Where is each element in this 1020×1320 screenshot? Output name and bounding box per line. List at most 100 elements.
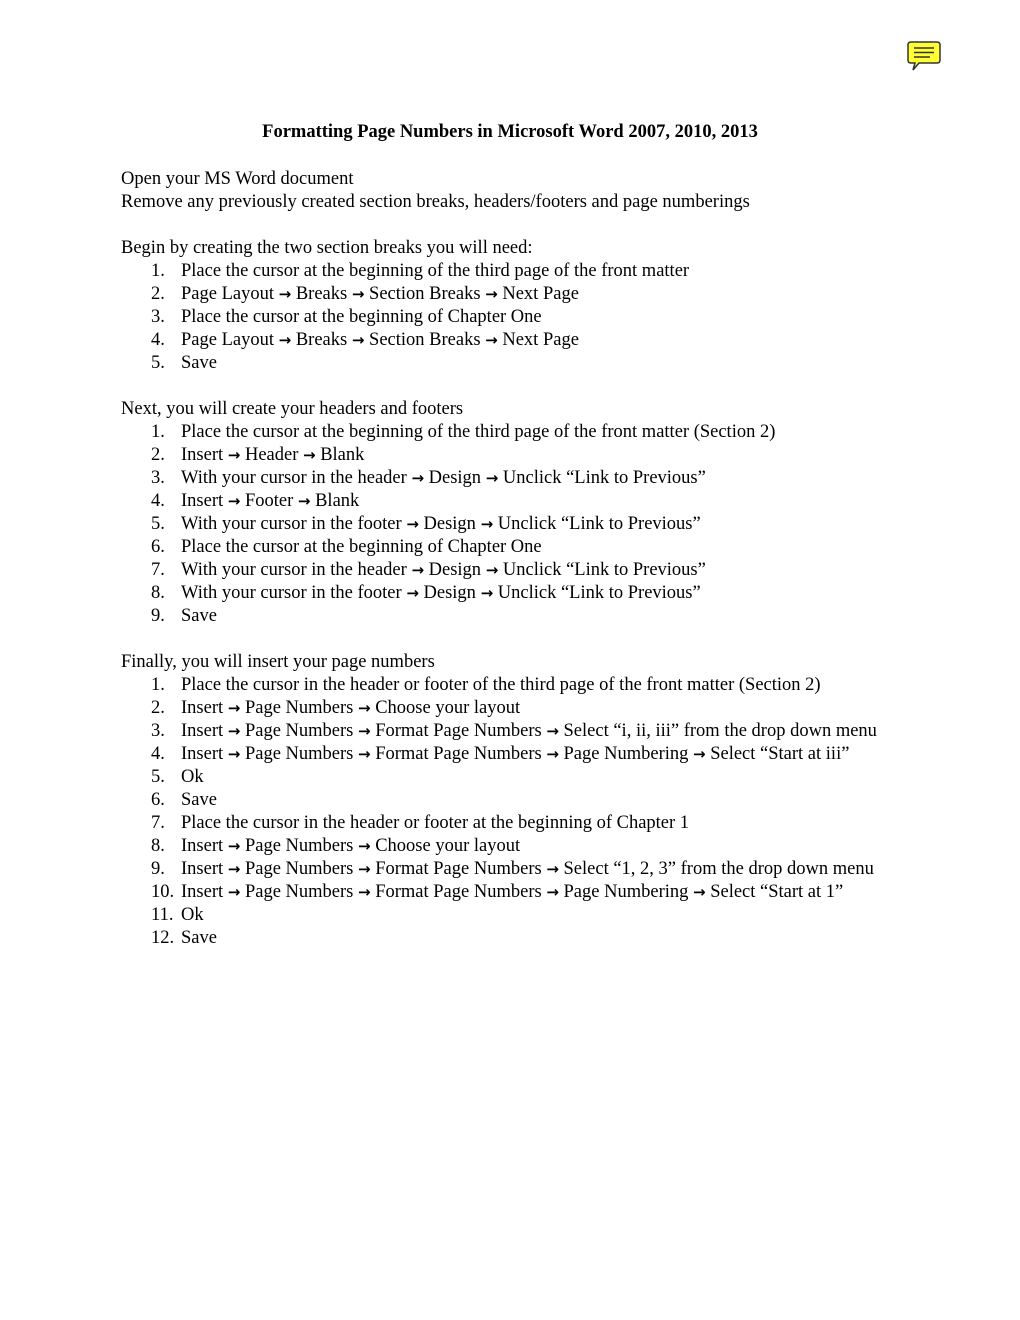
step-item: 2. Insert → Page Numbers → Choose your la… (121, 697, 911, 720)
steps-list: 1. Place the cursor in the header or foot… (121, 674, 911, 950)
step-text: Place the cursor in the header or footer… (181, 813, 690, 833)
step-text: Ok (181, 767, 204, 787)
arrow-right-icon: → (227, 722, 241, 740)
step-item: 4. Insert → Footer → Blank (121, 490, 911, 513)
arrow-right-icon: → (485, 331, 498, 349)
step-number: 2. (151, 284, 165, 304)
document-title: Formatting Page Numbers in Microsoft Wor… (262, 122, 758, 142)
step-text: Save (181, 353, 217, 373)
step-text: Insert → Header → Blank (181, 445, 365, 465)
step-number: 3. (151, 468, 165, 488)
step-item: 3. With your cursor in the header → Desig… (121, 467, 911, 490)
step-item: 4. Insert → Page Numbers → Format Page Nu… (121, 743, 911, 766)
arrow-right-icon: → (351, 285, 365, 303)
arrow-right-icon: → (411, 469, 425, 487)
step-number: 8. (151, 583, 165, 603)
arrow-right-icon: → (227, 860, 241, 878)
step-number: 1. (151, 422, 165, 442)
step-number: 10. (151, 882, 175, 902)
step-number: 5. (151, 767, 165, 787)
step-text: With your cursor in the header → Design … (181, 560, 706, 580)
step-text: Save (181, 928, 217, 948)
step-text: Place the cursor at the beginning of the… (181, 261, 690, 281)
comment-note-icon[interactable] (906, 40, 942, 72)
arrow-right-icon: → (480, 515, 494, 533)
arrow-right-icon: → (358, 860, 371, 878)
step-text: Insert → Page Numbers → Format Page Numb… (181, 744, 850, 764)
arrow-right-icon: → (358, 699, 371, 717)
step-text: Page Layout → Breaks → Section Breaks → … (181, 284, 579, 304)
page-numbers-block: Finally, you will insert your page numbe… (121, 651, 911, 950)
step-text: Insert → Footer → Blank (181, 491, 360, 511)
arrow-right-icon: → (406, 515, 419, 533)
arrow-right-icon: → (302, 446, 316, 464)
step-number: 6. (151, 790, 165, 810)
step-number: 4. (151, 330, 165, 350)
arrow-right-icon: → (227, 883, 241, 901)
step-item: 1. Place the cursor at the beginning of t… (121, 260, 911, 283)
section-breaks-block: Begin by creating the two section breaks… (121, 237, 911, 375)
step-item: 4. Page Layout → Breaks → Section Breaks … (121, 329, 911, 352)
arrow-right-icon: → (358, 745, 371, 763)
arrow-right-icon: → (358, 837, 371, 855)
step-item: 10. Insert → Page Numbers → Format Page N… (121, 881, 911, 904)
step-text: Place the cursor at the beginning of Cha… (181, 537, 542, 557)
arrow-right-icon: → (693, 883, 706, 901)
step-number: 6. (151, 537, 165, 557)
step-number: 2. (151, 698, 165, 718)
step-text: Save (181, 606, 217, 626)
arrow-right-icon: → (693, 745, 706, 763)
step-text: Insert → Page Numbers → Choose your layo… (181, 698, 521, 718)
section-heading: Finally, you will insert your page numbe… (121, 652, 435, 672)
arrow-right-icon: → (278, 331, 292, 349)
step-number: 11. (151, 905, 174, 925)
step-text: Place the cursor at the beginning of Cha… (181, 307, 542, 327)
step-number: 9. (151, 859, 165, 879)
arrow-right-icon: → (485, 561, 499, 579)
step-number: 8. (151, 836, 165, 856)
step-item: 6. Save (121, 789, 911, 812)
arrow-right-icon: → (227, 446, 241, 464)
step-text: Insert → Page Numbers → Format Page Numb… (181, 859, 874, 879)
step-text: Insert → Page Numbers → Format Page Numb… (181, 882, 844, 902)
headers-footers-block: Next, you will create your headers and f… (121, 398, 911, 628)
step-item: 5. Save (121, 352, 911, 375)
arrow-right-icon: → (351, 331, 365, 349)
step-item: 12. Save (121, 927, 911, 950)
step-number: 4. (151, 491, 165, 511)
step-item: 2. Insert → Header → Blank (121, 444, 911, 467)
arrow-right-icon: → (406, 584, 419, 602)
step-number: 3. (151, 721, 165, 741)
step-item: 3. Insert → Page Numbers → Format Page Nu… (121, 720, 911, 743)
arrow-right-icon: → (278, 285, 292, 303)
step-item: 6. Place the cursor at the beginning of C… (121, 536, 911, 559)
arrow-right-icon: → (297, 492, 311, 510)
step-item: 7. With your cursor in the header → Desig… (121, 559, 911, 582)
step-number: 4. (151, 744, 165, 764)
step-item: 11. Ok (121, 904, 911, 927)
arrow-right-icon: → (358, 722, 371, 740)
step-item: 5. With your cursor in the footer → Desig… (121, 513, 911, 536)
step-text: Page Layout → Breaks → Section Breaks → … (181, 330, 579, 350)
arrow-right-icon: → (546, 722, 559, 740)
step-text: Ok (181, 905, 204, 925)
step-number: 1. (151, 261, 165, 281)
step-number: 1. (151, 675, 165, 695)
step-number: 12. (151, 928, 175, 948)
step-text: Place the cursor at the beginning of the… (181, 422, 776, 442)
step-text: Insert → Page Numbers → Format Page Numb… (181, 721, 877, 741)
step-text: Place the cursor in the header or footer… (181, 675, 821, 695)
step-text: With your cursor in the footer → Design … (181, 514, 701, 534)
arrow-right-icon: → (227, 492, 241, 510)
arrow-right-icon: → (546, 745, 559, 763)
step-number: 9. (151, 606, 165, 626)
arrow-right-icon: → (485, 285, 498, 303)
step-item: 9. Insert → Page Numbers → Format Page Nu… (121, 858, 911, 881)
step-number: 5. (151, 514, 165, 534)
step-item: 5. Ok (121, 766, 911, 789)
step-number: 5. (151, 353, 165, 373)
step-text: With your cursor in the footer → Design … (181, 583, 701, 603)
step-item: 1. Place the cursor at the beginning of t… (121, 421, 911, 444)
step-number: 3. (151, 307, 165, 327)
step-number: 2. (151, 445, 165, 465)
